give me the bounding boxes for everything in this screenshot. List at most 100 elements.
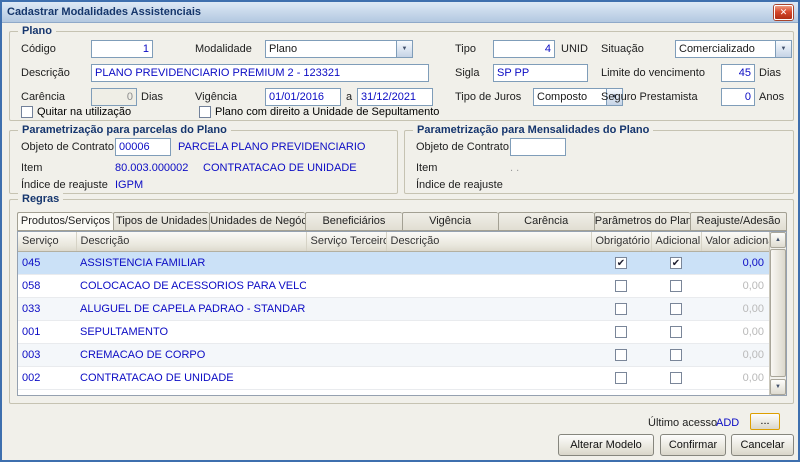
servicos-grid: Serviço Descrição Serviço Terceiro Descr… bbox=[17, 231, 787, 396]
parcelas-objeto-input[interactable]: 00006 bbox=[115, 138, 171, 156]
table-row[interactable]: 033 ALUGUEL DE CAPELA PADRAO - STANDARD … bbox=[18, 297, 770, 321]
col-servico-terceiro[interactable]: Serviço Terceiro bbox=[306, 232, 387, 252]
table-row[interactable]: 003 CREMACAO DE CORPO 0,00 bbox=[18, 343, 770, 367]
close-icon: ✕ bbox=[779, 6, 788, 17]
titlebar[interactable]: Cadastrar Modalidades Assistenciais ✕ bbox=[2, 2, 798, 23]
obrigatorio-checkbox[interactable]: ✔ bbox=[615, 256, 627, 269]
mensalidades-group-title: Parametrização para Mensalidades do Plan… bbox=[413, 124, 654, 136]
close-button[interactable]: ✕ bbox=[774, 4, 793, 20]
tipo-juros-label: Tipo de Juros bbox=[455, 91, 522, 103]
vigencia-start-input[interactable]: 01/01/2016 bbox=[265, 88, 341, 106]
seguro-input[interactable]: 0 bbox=[721, 88, 755, 106]
quitar-checkbox[interactable] bbox=[21, 106, 33, 118]
direito-sepultamento-checkbox-label: Plano com direito a Unidade de Sepultame… bbox=[215, 106, 440, 118]
modalidade-select[interactable]: Plano ▼ bbox=[265, 40, 413, 58]
obrigatorio-checkbox[interactable] bbox=[615, 371, 627, 384]
col-valor-adicional[interactable]: Valor adicional bbox=[701, 232, 771, 252]
descricao-input[interactable]: PLANO PREVIDENCIARIO PREMIUM 2 - 123321 bbox=[91, 64, 429, 82]
mensalidades-objeto-label: Objeto de Contrato bbox=[416, 141, 509, 153]
vigencia-label: Vigência bbox=[195, 91, 237, 103]
tab-beneficiarios[interactable]: Beneficiários bbox=[305, 212, 402, 231]
cadastrar-modalidades-dialog: Cadastrar Modalidades Assistenciais ✕ Pl… bbox=[0, 0, 800, 462]
mensalidades-item-value: . . bbox=[510, 162, 520, 174]
scrollbar-thumb[interactable] bbox=[770, 249, 786, 377]
tab-vigencia[interactable]: Vigência bbox=[401, 212, 498, 231]
situacao-label: Situação bbox=[601, 43, 644, 55]
tipo-label: Tipo bbox=[455, 43, 476, 55]
chevron-down-icon: ▼ bbox=[396, 41, 412, 57]
obrigatorio-checkbox[interactable] bbox=[615, 325, 627, 338]
sigla-label: Sigla bbox=[455, 67, 480, 79]
limite-vencimento-input[interactable]: 45 bbox=[721, 64, 755, 82]
vigencia-separator: a bbox=[346, 91, 353, 103]
adicional-checkbox[interactable] bbox=[670, 302, 682, 315]
cell-descricao-terceiro bbox=[386, 297, 591, 321]
codigo-label: Código bbox=[21, 43, 56, 55]
sigla-input[interactable]: SP PP bbox=[493, 64, 588, 82]
seguro-label: Seguro Prestamista bbox=[601, 91, 698, 103]
tab-carencia[interactable]: Carência bbox=[497, 212, 594, 231]
cell-descricao: COLOCACAO DE ACESSORIOS PARA VELORIO bbox=[76, 274, 306, 298]
mensalidades-indice-label: Índice de reajuste bbox=[416, 179, 503, 191]
adicional-checkbox[interactable] bbox=[670, 348, 682, 361]
cell-valor-adicional: 0,00 bbox=[701, 274, 770, 298]
cell-valor-adicional: 0,00 bbox=[701, 343, 770, 367]
chevron-down-icon: ▼ bbox=[775, 41, 791, 57]
parcelas-indice-label: Índice de reajuste bbox=[21, 179, 108, 191]
tab-tipos-unidades[interactable]: Tipos de Unidades bbox=[113, 212, 210, 231]
col-descricao[interactable]: Descrição bbox=[76, 232, 307, 252]
cell-descricao-terceiro bbox=[386, 251, 591, 275]
table-row[interactable]: 002 CONTRATACAO DE UNIDADE 0,00 bbox=[18, 366, 770, 390]
parcelas-objeto-label: Objeto de Contrato bbox=[21, 141, 114, 153]
codigo-input[interactable]: 1 bbox=[91, 40, 153, 58]
vertical-scrollbar[interactable]: ▲ ▼ bbox=[769, 232, 786, 395]
situacao-select[interactable]: Comercializado ▼ bbox=[675, 40, 792, 58]
obrigatorio-checkbox[interactable] bbox=[615, 279, 627, 292]
cell-servico: 001 bbox=[18, 320, 76, 344]
tab-reajuste-adesao[interactable]: Reajuste/Adesão bbox=[689, 212, 787, 231]
mensalidades-group: Parametrização para Mensalidades do Plan… bbox=[404, 124, 794, 194]
direito-sepultamento-checkbox[interactable] bbox=[199, 106, 211, 118]
adicional-checkbox[interactable] bbox=[670, 371, 682, 384]
col-adicional[interactable]: Adicional bbox=[651, 232, 702, 252]
col-obrigatorio[interactable]: Obrigatório bbox=[591, 232, 652, 252]
adicional-checkbox[interactable] bbox=[670, 325, 682, 338]
tab-produtos-servicos[interactable]: Produtos/Serviços bbox=[17, 212, 114, 231]
col-descricao-terceiro[interactable]: Descrição bbox=[386, 232, 592, 252]
table-row[interactable]: 045 ASSISTENCIA FAMILIAR ✔ ✔ 0,00 bbox=[18, 251, 770, 275]
ultimo-acesso-value: ADD bbox=[716, 417, 740, 429]
tipo-juros-value: Composto bbox=[537, 91, 588, 103]
ultimo-acesso-label: Último acesso bbox=[648, 417, 718, 429]
adicional-checkbox[interactable]: ✔ bbox=[670, 256, 682, 269]
cell-descricao: ALUGUEL DE CAPELA PADRAO - STANDARD bbox=[76, 297, 306, 321]
regras-group: Regras Produtos/Serviços Tipos de Unidad… bbox=[9, 193, 794, 404]
adicional-checkbox[interactable] bbox=[670, 279, 682, 292]
tab-unidades-negocio[interactable]: Unidades de Negócio bbox=[209, 212, 306, 231]
cell-valor-adicional: 0,00 bbox=[701, 251, 770, 275]
quitar-checkbox-label: Quitar na utilização bbox=[37, 106, 132, 118]
cell-descricao-terceiro bbox=[386, 366, 591, 390]
cell-descricao: ASSISTENCIA FAMILIAR bbox=[76, 251, 306, 275]
scroll-up-button[interactable]: ▲ bbox=[770, 232, 786, 248]
carencia-input[interactable]: 0 bbox=[91, 88, 137, 106]
confirmar-button[interactable]: Confirmar bbox=[660, 434, 726, 456]
tab-parametros-plano[interactable]: Parâmetros do Plano bbox=[593, 212, 690, 231]
scroll-down-button[interactable]: ▼ bbox=[770, 379, 786, 395]
cell-descricao-terceiro bbox=[386, 343, 591, 367]
vigencia-end-input[interactable]: 31/12/2021 bbox=[357, 88, 433, 106]
alterar-modelo-button[interactable]: Alterar Modelo bbox=[558, 434, 654, 456]
tipo-input[interactable]: 4 bbox=[493, 40, 555, 58]
col-servico[interactable]: Serviço bbox=[18, 232, 77, 252]
obrigatorio-checkbox[interactable] bbox=[615, 348, 627, 361]
limite-vencimento-label: Limite do vencimento bbox=[601, 67, 705, 79]
cell-descricao-terceiro bbox=[386, 320, 591, 344]
cell-descricao: CONTRATACAO DE UNIDADE bbox=[76, 366, 306, 390]
mensalidades-item-label: Item bbox=[416, 162, 438, 174]
cancelar-button[interactable]: Cancelar bbox=[731, 434, 794, 456]
table-row[interactable]: 001 SEPULTAMENTO 0,00 bbox=[18, 320, 770, 344]
table-row[interactable]: 058 COLOCACAO DE ACESSORIOS PARA VELORIO… bbox=[18, 274, 770, 298]
obrigatorio-checkbox[interactable] bbox=[615, 302, 627, 315]
carencia-label: Carência bbox=[21, 91, 66, 103]
more-button[interactable]: ... bbox=[750, 413, 780, 430]
mensalidades-objeto-input[interactable] bbox=[510, 138, 566, 156]
